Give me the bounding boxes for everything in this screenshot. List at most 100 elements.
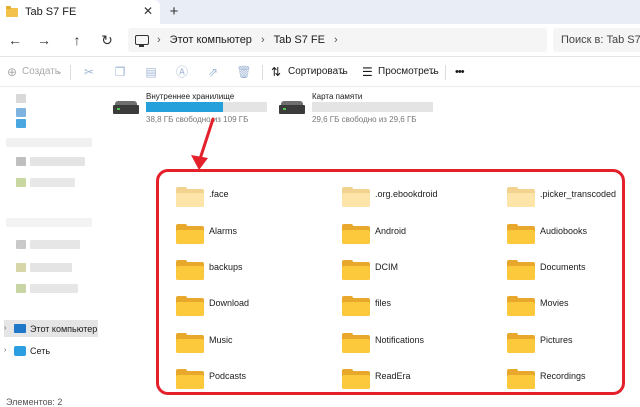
- folder-icon: [507, 224, 535, 245]
- folder-icon: [176, 260, 204, 281]
- folder-item[interactable]: Android: [342, 220, 502, 246]
- folder-icon: [507, 296, 535, 317]
- drive-icon: [113, 101, 139, 115]
- blurred-item: [6, 218, 92, 227]
- back-arrow-icon[interactable]: ←: [4, 30, 26, 50]
- chevron-right-icon: ›: [157, 34, 161, 46]
- share-icon[interactable]: ⇗: [205, 63, 221, 81]
- sidebar-item-this-pc[interactable]: › Этот компьютер: [4, 320, 98, 337]
- address-bar[interactable]: › Этот компьютер › Tab S7 FE ›: [128, 28, 547, 52]
- annotation-arrow-icon: [191, 117, 215, 170]
- folder-icon: [176, 369, 204, 390]
- folder-name: Audiobooks: [540, 226, 588, 236]
- new-tab-button[interactable]: +: [164, 2, 184, 22]
- folder-name: DCIM: [375, 262, 398, 272]
- folder-name: Podcasts: [209, 371, 247, 381]
- folder-item[interactable]: ReadEra: [342, 365, 502, 391]
- tab-tab-s7-fe[interactable]: Tab S7 FE ✕: [0, 0, 160, 24]
- folder-name: Music: [209, 335, 233, 345]
- folder-name: backups: [209, 262, 243, 272]
- blurred-icon: [16, 263, 26, 272]
- folder-name: .picker_transcoded: [540, 189, 617, 199]
- chevron-right-icon: ›: [260, 34, 265, 46]
- folder-item[interactable]: Music: [176, 329, 336, 355]
- folder-name: Recordings: [540, 371, 586, 381]
- navigation-bar: ← → ↑ ↻ › Этот компьютер › Tab S7 FE › П…: [0, 24, 640, 57]
- folder-item[interactable]: Recordings: [507, 365, 640, 391]
- drive-icon: [279, 101, 305, 115]
- folder-name: Android: [375, 226, 407, 236]
- breadcrumb-tab-s7-fe[interactable]: Tab S7 FE: [274, 34, 325, 46]
- folder-item[interactable]: Audiobooks: [507, 220, 640, 246]
- forward-arrow-icon[interactable]: →: [33, 30, 55, 50]
- folder-item[interactable]: backups: [176, 256, 336, 282]
- rename-icon[interactable]: Ⓐ: [174, 63, 190, 81]
- folder-icon: [6, 5, 18, 17]
- sidebar-item-label: Сеть: [30, 345, 51, 356]
- cut-icon[interactable]: ✂: [81, 63, 97, 81]
- command-bar: ⊕ Создать ⌄ ✂ ❐ ▤ Ⓐ ⇗ 🗑 ⇅ Сортировать ⌄ …: [0, 57, 640, 87]
- status-bar-count: Элементов: 2: [6, 397, 63, 407]
- drive-usage-bar: [146, 102, 267, 112]
- folder-icon: [176, 333, 204, 354]
- folder-icon: [342, 369, 370, 390]
- network-icon: [14, 345, 26, 356]
- delete-icon[interactable]: 🗑: [236, 63, 252, 81]
- blurred-icon: [16, 157, 26, 166]
- folder-icon: [507, 333, 535, 354]
- folder-item[interactable]: Movies: [507, 292, 640, 318]
- chevron-down-icon: ⌄: [56, 67, 63, 76]
- refresh-icon[interactable]: ↻: [96, 30, 118, 50]
- blurred-icon: [16, 108, 26, 117]
- folder-item[interactable]: .face: [176, 183, 336, 209]
- folder-item[interactable]: Notifications: [342, 329, 502, 355]
- breadcrumb-this-pc[interactable]: Этот компьютер: [170, 34, 252, 46]
- folder-icon: [342, 296, 370, 317]
- plus-icon: ⊕: [7, 65, 18, 79]
- blurred-icon: [16, 240, 26, 249]
- drive-name: Карта памяти: [312, 92, 363, 101]
- more-options-icon[interactable]: •••: [455, 63, 465, 81]
- folder-item[interactable]: Podcasts: [176, 365, 336, 391]
- folder-item[interactable]: Pictures: [507, 329, 640, 355]
- up-arrow-icon[interactable]: ↑: [66, 30, 88, 50]
- folder-name: Notifications: [375, 335, 425, 345]
- divider: [70, 65, 71, 80]
- folder-icon: [507, 369, 535, 390]
- tab-title: Tab S7 FE: [25, 6, 77, 18]
- folder-item[interactable]: files: [342, 292, 502, 318]
- copy-icon[interactable]: ❐: [112, 63, 128, 81]
- sidebar-item-network[interactable]: › Сеть: [4, 342, 98, 359]
- blurred-label: [30, 157, 85, 166]
- expand-chevron-icon[interactable]: ›: [4, 325, 14, 332]
- folder-item[interactable]: Download: [176, 292, 336, 318]
- navigation-pane: › Этот компьютер › Сеть: [0, 88, 98, 403]
- folder-item[interactable]: .org.ebookdroid: [342, 183, 502, 209]
- close-tab-icon[interactable]: ✕: [141, 4, 155, 18]
- paste-icon[interactable]: ▤: [143, 63, 159, 81]
- blurred-label: [30, 263, 72, 272]
- folder-name: files: [375, 298, 392, 308]
- create-button[interactable]: Создать: [22, 63, 60, 81]
- folder-item[interactable]: DCIM: [342, 256, 502, 282]
- folder-name: ReadEra: [375, 371, 411, 381]
- folder-item[interactable]: Documents: [507, 256, 640, 282]
- folder-item[interactable]: Alarms: [176, 220, 336, 246]
- folder-icon: [507, 187, 535, 208]
- blurred-item: [6, 138, 92, 147]
- blurred-label: [30, 284, 78, 293]
- chevron-down-icon: ⌄: [429, 67, 436, 76]
- chevron-right-icon: ›: [333, 34, 338, 46]
- divider: [445, 65, 446, 80]
- folder-icon: [342, 260, 370, 281]
- folder-icon: [176, 187, 204, 208]
- folder-item[interactable]: .picker_transcoded: [507, 183, 640, 209]
- search-input[interactable]: Поиск в: Tab S7 FE: [553, 28, 640, 52]
- folder-name: .face: [209, 189, 229, 199]
- folder-icon: [342, 187, 370, 208]
- folder-icon: [176, 224, 204, 245]
- expand-chevron-icon[interactable]: ›: [4, 347, 14, 354]
- folder-name: Pictures: [540, 335, 573, 345]
- blurred-icon: [16, 94, 26, 103]
- drive-name: Внутреннее хранилище: [146, 92, 235, 101]
